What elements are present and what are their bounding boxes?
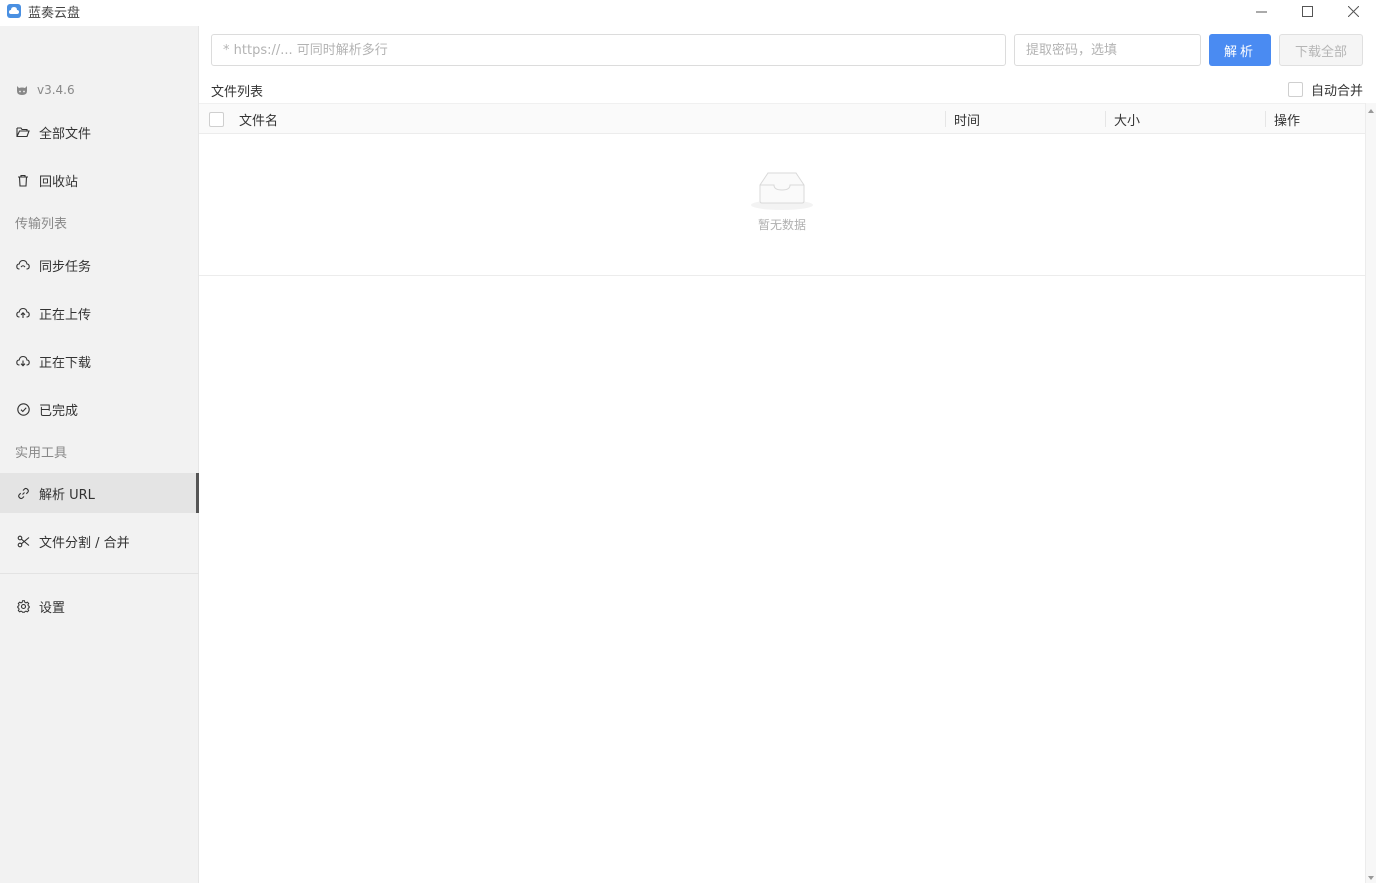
folder-open-icon <box>15 124 31 140</box>
sidebar-item-settings[interactable]: 设置 <box>0 586 199 626</box>
trash-icon <box>15 172 31 188</box>
github-icon <box>17 86 27 95</box>
sidebar-item-sync-tasks[interactable]: 同步任务 <box>0 245 199 285</box>
sidebar-item-all-files[interactable]: 全部文件 <box>0 112 199 152</box>
column-separator[interactable] <box>945 111 946 127</box>
sidebar-item-downloading[interactable]: 正在下载 <box>0 341 199 381</box>
empty-text: 暂无数据 <box>757 218 806 232</box>
cloud-download-icon <box>15 353 31 369</box>
maximize-button[interactable] <box>1284 0 1330 22</box>
check-circle-icon <box>15 401 31 417</box>
table-header: 文件名 时间 大小 操作 <box>199 103 1365 134</box>
column-separator[interactable] <box>1105 111 1106 127</box>
close-icon <box>1347 5 1359 17</box>
maximize-icon <box>1301 5 1313 17</box>
sidebar-item-label: 文件分割 / 合并 <box>39 535 130 551</box>
title-bar: 蓝奏云盘 <box>0 0 1376 22</box>
cloud-sync-icon <box>15 257 31 273</box>
sidebar-item-completed[interactable]: 已完成 <box>0 389 199 429</box>
minimize-icon <box>1255 11 1267 12</box>
sidebar-item-label: 同步任务 <box>39 259 92 275</box>
download-all-button[interactable]: 下载全部 <box>1279 34 1363 66</box>
sidebar-item-label: 正在上传 <box>39 307 92 323</box>
empty-inbox-icon <box>751 172 813 210</box>
sidebar-item-label: 解析 URL <box>39 487 95 503</box>
scroll-down-arrow-icon[interactable] <box>1368 876 1374 880</box>
link-icon <box>15 485 31 501</box>
column-separator[interactable] <box>1265 111 1266 127</box>
auto-merge-checkbox-box[interactable] <box>1287 82 1303 97</box>
url-input[interactable] <box>211 34 1006 66</box>
auto-merge-checkbox[interactable]: 自动合并 <box>1287 80 1363 99</box>
empty-state: 暂无数据 <box>199 134 1365 276</box>
column-header-time[interactable]: 时间 <box>954 104 980 134</box>
column-header-filename[interactable]: 文件名 <box>239 104 278 134</box>
select-all-checkbox[interactable] <box>209 112 224 127</box>
sidebar-item-recycle-bin[interactable]: 回收站 <box>0 160 199 200</box>
cloud-upload-icon <box>15 305 31 321</box>
scissors-icon <box>15 533 31 549</box>
app-logo-icon <box>7 4 21 18</box>
version-text: v3.4.6 <box>37 83 75 97</box>
sidebar-item-file-split-merge[interactable]: 文件分割 / 合并 <box>0 521 199 561</box>
file-list-title: 文件列表 <box>211 85 264 100</box>
version-label[interactable]: v3.4.6 <box>0 80 199 100</box>
sidebar: v3.4.6 全部文件 回收站 传输列表 同步任务 正在上传 正在下载 已完成 … <box>0 26 199 883</box>
auto-merge-label: 自动合并 <box>1310 84 1363 99</box>
sidebar-item-label: 正在下载 <box>39 355 92 371</box>
minimize-button[interactable] <box>1238 0 1284 22</box>
sidebar-item-label: 已完成 <box>39 403 79 419</box>
section-transfer: 传输列表 <box>15 217 68 232</box>
sidebar-item-label: 全部文件 <box>39 126 92 142</box>
password-input[interactable] <box>1014 34 1201 66</box>
sidebar-divider <box>0 573 199 574</box>
scrollbar[interactable] <box>1365 103 1376 883</box>
gear-icon <box>15 598 31 614</box>
sidebar-item-label: 回收站 <box>39 174 79 190</box>
sidebar-item-uploading[interactable]: 正在上传 <box>0 293 199 333</box>
close-button[interactable] <box>1330 0 1376 22</box>
sidebar-item-label: 设置 <box>39 600 66 616</box>
section-tools: 实用工具 <box>15 446 68 461</box>
column-header-actions: 操作 <box>1274 113 1301 129</box>
column-header-size[interactable]: 大小 <box>1114 104 1140 134</box>
window-title: 蓝奏云盘 <box>28 5 81 21</box>
parse-button[interactable]: 解析 <box>1209 34 1271 66</box>
sidebar-item-parse-url[interactable]: 解析 URL <box>0 473 199 513</box>
scroll-up-arrow-icon[interactable] <box>1368 109 1374 113</box>
